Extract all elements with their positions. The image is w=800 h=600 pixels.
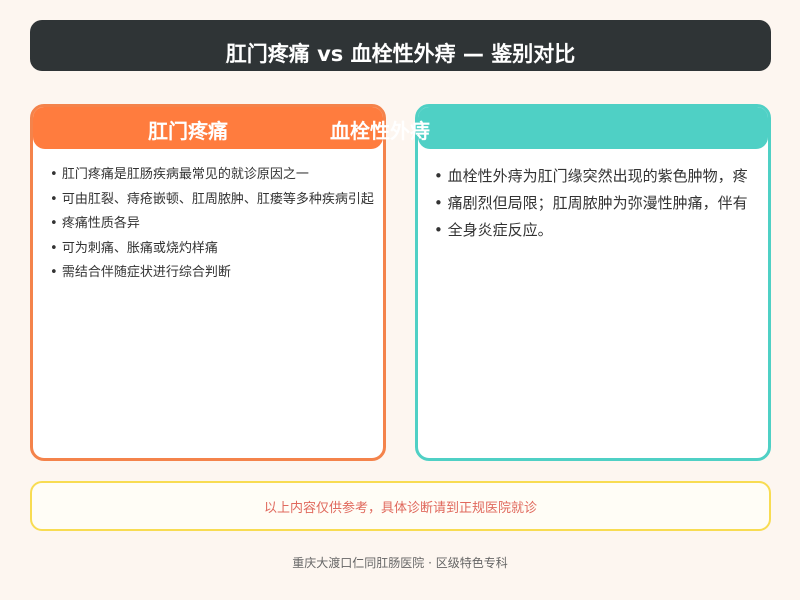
card-anal-pain-title: 肛门疼痛 <box>148 119 228 143</box>
disclaimer-text: 以上内容仅供参考，具体诊断请到正规医院就诊 <box>263 500 537 516</box>
footer-text: 重庆大渡口仁同肛肠医院 · 区级特色专科 <box>292 556 508 570</box>
card-thrombosed-hemorrhoid-title: 血栓性外痔 <box>330 119 430 143</box>
list-item: 可由肛裂、痔疮嵌顿、肛周脓肿、肛瘘等多种疾病引起 <box>50 188 374 213</box>
disclaimer-box: 以上内容仅供参考，具体诊断请到正规医院就诊 <box>30 481 771 531</box>
list-item: 肛门疼痛是肛肠疾病最常见的就诊原因之一 <box>50 163 374 188</box>
list-item: 疼痛性质各异 <box>50 212 374 237</box>
list-item: 痛剧烈但局限；肛周脓肿为弥漫性肿痛，伴有 <box>434 190 768 217</box>
title-banner: 肛门疼痛 vs 血栓性外痔 — 鉴别对比 <box>30 20 771 71</box>
list-item: 全身炎症反应。 <box>434 217 768 244</box>
card-thrombosed-hemorrhoid-header <box>418 107 768 149</box>
list-item: 血栓性外痔为肛门缘突然出现的紫色肿物，疼 <box>434 163 768 190</box>
list-item: 需结合伴随症状进行综合判断 <box>50 261 374 286</box>
page-title: 肛门疼痛 vs 血栓性外痔 — 鉴别对比 <box>225 41 576 66</box>
thrombosed-hemorrhoid-list: 血栓性外痔为肛门缘突然出现的紫色肿物，疼 痛剧烈但局限；肛周脓肿为弥漫性肿痛，伴… <box>434 163 768 244</box>
anal-pain-list: 肛门疼痛是肛肠疾病最常见的就诊原因之一 可由肛裂、痔疮嵌顿、肛周脓肿、肛瘘等多种… <box>50 163 374 286</box>
list-item: 可为刺痛、胀痛或烧灼样痛 <box>50 237 374 262</box>
card-thrombosed-hemorrhoid <box>415 104 771 461</box>
